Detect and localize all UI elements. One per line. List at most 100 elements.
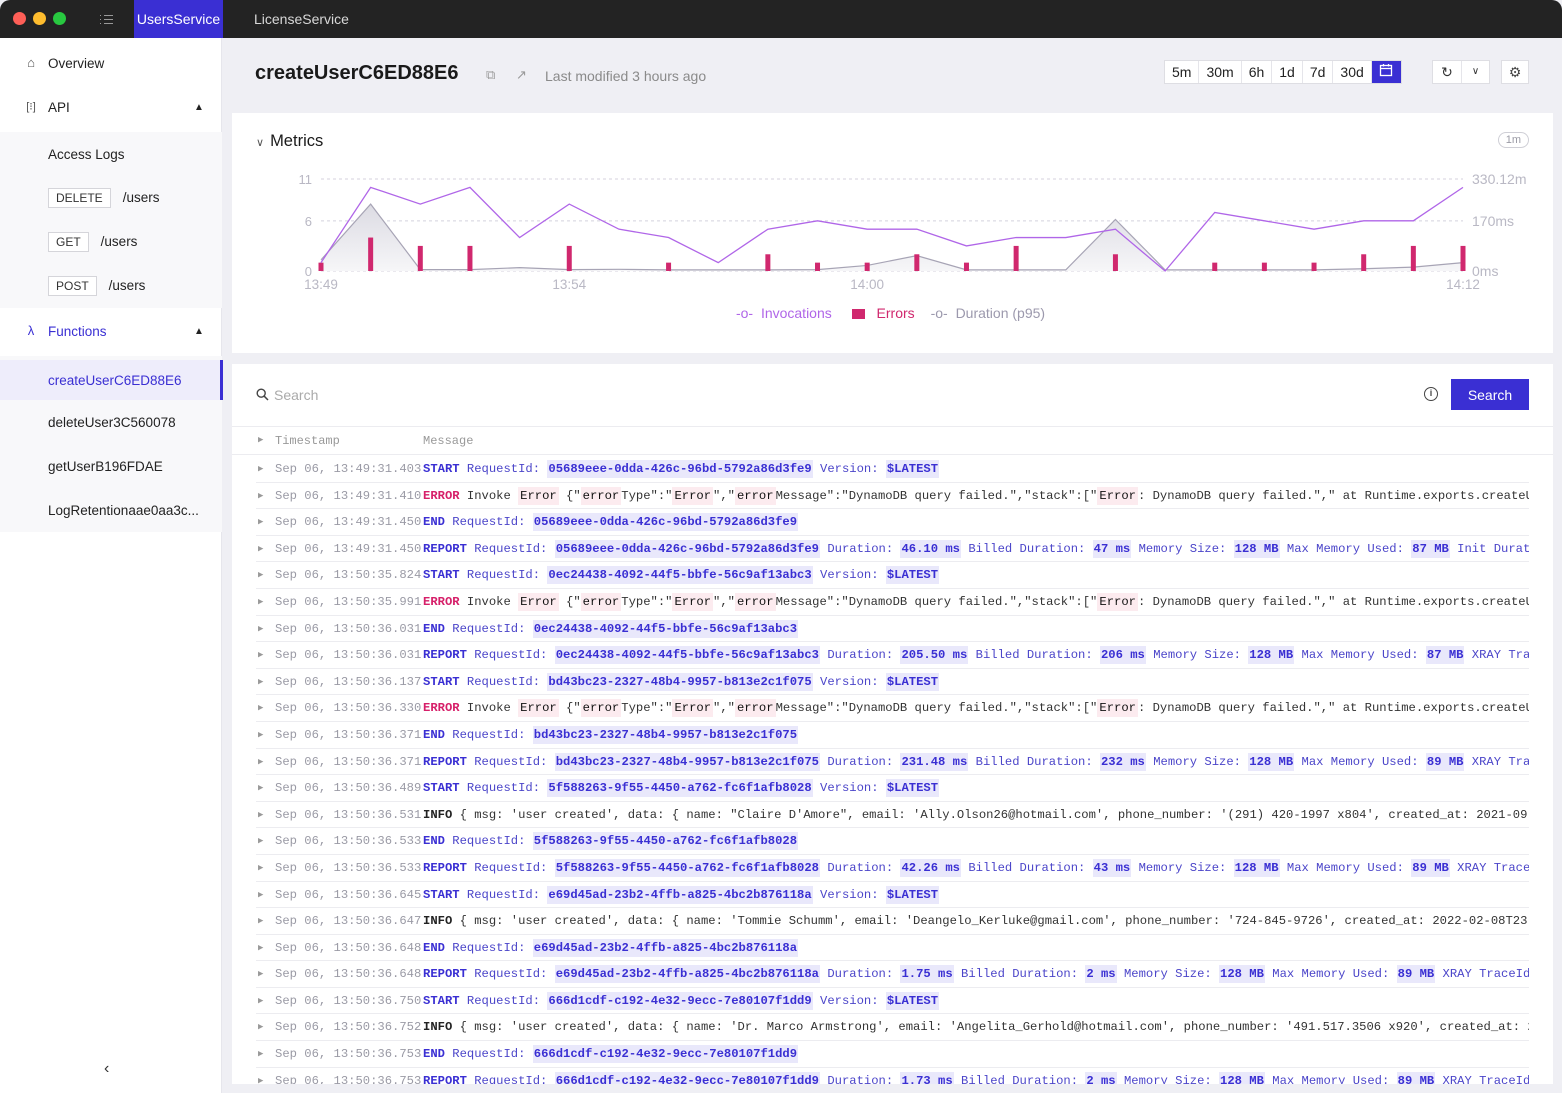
log-timestamp: Sep 06, 13:50:36.031 [275, 648, 422, 663]
expand-row-icon[interactable]: ▶ [258, 828, 263, 854]
expand-row-icon[interactable]: ▶ [258, 908, 263, 934]
x-axis-tick: 13:49 [304, 277, 338, 292]
metrics-toggle[interactable]: ∨ Metrics [256, 132, 323, 151]
log-search-input[interactable] [274, 384, 1404, 406]
legend-invocations[interactable]: -o- Invocations [736, 305, 836, 321]
expand-row-icon[interactable]: ▶ [258, 882, 263, 908]
log-row[interactable]: ▶ Sep 06, 13:50:36.645 START RequestId: e6… [256, 882, 1529, 909]
expand-row-icon[interactable]: ▶ [258, 695, 263, 721]
expand-row-icon[interactable]: ▶ [258, 536, 263, 562]
expand-row-icon[interactable]: ▶ [258, 802, 263, 828]
expand-row-icon[interactable]: ▶ [258, 749, 263, 775]
log-row[interactable]: ▶ Sep 06, 13:49:31.450 REPORT RequestId: 0… [256, 536, 1529, 563]
log-row[interactable]: ▶ Sep 06, 13:50:36.371 END RequestId: bd43… [256, 722, 1529, 749]
info-icon[interactable]: i [1424, 387, 1438, 401]
function-item-getuser[interactable]: getUserB196FDAE [0, 444, 222, 488]
range-30d-button[interactable]: 30d [1333, 61, 1372, 83]
log-row[interactable]: ▶ Sep 06, 13:50:36.137 START RequestId: bd… [256, 669, 1529, 696]
log-row[interactable]: ▶ Sep 06, 13:50:36.753 REPORT RequestId: 6… [256, 1068, 1529, 1084]
expand-row-icon[interactable]: ▶ [258, 1068, 263, 1084]
sidebar-item-api[interactable]: [⁝] API ▲ [0, 85, 222, 129]
expand-all-icon[interactable]: ▶ [258, 435, 263, 445]
tab-license-service[interactable]: LicenseService [254, 0, 349, 38]
copy-icon[interactable]: ⧉ [486, 68, 500, 82]
chevron-up-icon[interactable]: ▲ [194, 102, 204, 113]
expand-row-icon[interactable]: ▶ [258, 935, 263, 961]
expand-row-icon[interactable]: ▶ [258, 775, 263, 801]
expand-row-icon[interactable]: ▶ [258, 1041, 263, 1067]
expand-row-icon[interactable]: ▶ [258, 562, 263, 588]
log-row[interactable]: ▶ Sep 06, 13:50:36.752 INFO { msg: 'user c… [256, 1014, 1529, 1042]
legend-errors[interactable]: Errors [848, 305, 919, 321]
external-link-icon[interactable]: ↗ [516, 68, 530, 82]
method-badge: POST [48, 276, 97, 296]
minimize-window-button[interactable] [33, 12, 46, 25]
search-button[interactable]: Search [1451, 379, 1529, 410]
log-row[interactable]: ▶ Sep 06, 13:50:36.533 END RequestId: 5f58… [256, 828, 1529, 855]
function-item-deleteuser[interactable]: deleteUser3C560078 [0, 400, 222, 444]
collapse-sidebar-chevron-left-icon[interactable]: ‹ [104, 1060, 109, 1078]
invocations-line [320, 186, 1464, 272]
expand-row-icon[interactable]: ▶ [258, 669, 263, 695]
function-item-createuser[interactable]: createUserC6ED88E6 [0, 360, 223, 400]
chevron-up-icon[interactable]: ▲ [194, 326, 204, 337]
log-row[interactable]: ▶ Sep 06, 13:49:31.450 END RequestId: 0568… [256, 509, 1529, 536]
range-1d-button[interactable]: 1d [1272, 61, 1303, 83]
sidebar-item-functions[interactable]: λ Functions ▲ [0, 309, 222, 353]
maximize-window-button[interactable] [53, 12, 66, 25]
log-level: START [423, 781, 460, 796]
expand-row-icon[interactable]: ▶ [258, 483, 263, 509]
sidebar-item-post-users[interactable]: POST/users [0, 264, 222, 308]
log-list: ▶ Sep 06, 13:49:31.403 START RequestId: 05… [232, 456, 1529, 1084]
range-5m-button[interactable]: 5m [1165, 61, 1200, 83]
tab-users-service[interactable]: UsersService [134, 0, 223, 38]
refresh-icon[interactable]: ↻ [1433, 61, 1461, 83]
expand-row-icon[interactable]: ▶ [258, 456, 263, 482]
left-axis-tick: 11 [299, 172, 313, 187]
expand-row-icon[interactable]: ▶ [258, 642, 263, 668]
gear-icon[interactable]: ⚙ [1501, 60, 1529, 84]
range-6h-button[interactable]: 6h [1242, 61, 1273, 83]
sidebar-item-access-logs[interactable]: Access Logs [0, 132, 222, 176]
expand-row-icon[interactable]: ▶ [258, 509, 263, 535]
log-timestamp: Sep 06, 13:50:36.137 [275, 674, 422, 689]
log-row[interactable]: ▶ Sep 06, 13:50:36.031 REPORT RequestId: 0… [256, 642, 1529, 669]
log-row[interactable]: ▶ Sep 06, 13:49:31.403 START RequestId: 05… [256, 456, 1529, 483]
sidebar-item-get-users[interactable]: GET/users [0, 220, 222, 264]
log-row[interactable]: ▶ Sep 06, 13:50:36.648 END RequestId: e69d… [256, 935, 1529, 962]
expand-row-icon[interactable]: ▶ [258, 988, 263, 1014]
sidebar-item-overview[interactable]: ⌂ Overview [0, 41, 222, 85]
sidebar-item-delete-users[interactable]: DELETE/users [0, 176, 222, 220]
log-row[interactable]: ▶ Sep 06, 13:50:36.371 REPORT RequestId: b… [256, 749, 1529, 776]
expand-row-icon[interactable]: ▶ [258, 616, 263, 642]
expand-row-icon[interactable]: ▶ [258, 855, 263, 881]
log-row[interactable]: ▶ Sep 06, 13:50:35.991 ERROR Invoke Error … [256, 589, 1529, 616]
log-row[interactable]: ▶ Sep 06, 13:50:35.824 START RequestId: 0e… [256, 562, 1529, 589]
range-7d-button[interactable]: 7d [1303, 61, 1334, 83]
log-row[interactable]: ▶ Sep 06, 13:50:36.647 INFO { msg: 'user c… [256, 908, 1529, 935]
chevron-down-icon[interactable]: ∨ [1461, 61, 1489, 83]
range-30m-button[interactable]: 30m [1199, 61, 1242, 83]
calendar-icon[interactable] [1371, 61, 1401, 83]
refresh-control: ↻ ∨ [1432, 60, 1490, 84]
function-item-logretention[interactable]: LogRetentionaae0aa3c... [0, 488, 222, 532]
list-menu-icon[interactable] [100, 12, 114, 25]
log-row[interactable]: ▶ Sep 06, 13:50:36.031 END RequestId: 0ec2… [256, 616, 1529, 643]
log-row[interactable]: ▶ Sep 06, 13:50:36.330 ERROR Invoke Error … [256, 695, 1529, 722]
expand-row-icon[interactable]: ▶ [258, 589, 263, 615]
log-timestamp: Sep 06, 13:50:36.647 [275, 914, 422, 929]
log-row[interactable]: ▶ Sep 06, 13:50:36.750 START RequestId: 66… [256, 988, 1529, 1015]
close-window-button[interactable] [13, 12, 26, 25]
log-row[interactable]: ▶ Sep 06, 13:50:36.753 END RequestId: 666d… [256, 1041, 1529, 1068]
error-bar [1460, 245, 1466, 271]
legend-duration[interactable]: -o- Duration (p95) [931, 305, 1050, 321]
expand-row-icon[interactable]: ▶ [258, 1014, 263, 1040]
log-row[interactable]: ▶ Sep 06, 13:50:36.533 REPORT RequestId: 5… [256, 855, 1529, 882]
log-row[interactable]: ▶ Sep 06, 13:50:36.531 INFO { msg: 'user c… [256, 802, 1529, 829]
log-row[interactable]: ▶ Sep 06, 13:50:36.648 REPORT RequestId: e… [256, 961, 1529, 988]
expand-row-icon[interactable]: ▶ [258, 961, 263, 987]
expand-row-icon[interactable]: ▶ [258, 722, 263, 748]
log-row[interactable]: ▶ Sep 06, 13:50:36.489 START RequestId: 5f… [256, 775, 1529, 802]
log-row[interactable]: ▶ Sep 06, 13:49:31.410 ERROR Invoke Error … [256, 483, 1529, 510]
log-message: REPORT RequestId: bd43bc23-2327-48b4-995… [423, 752, 1529, 771]
